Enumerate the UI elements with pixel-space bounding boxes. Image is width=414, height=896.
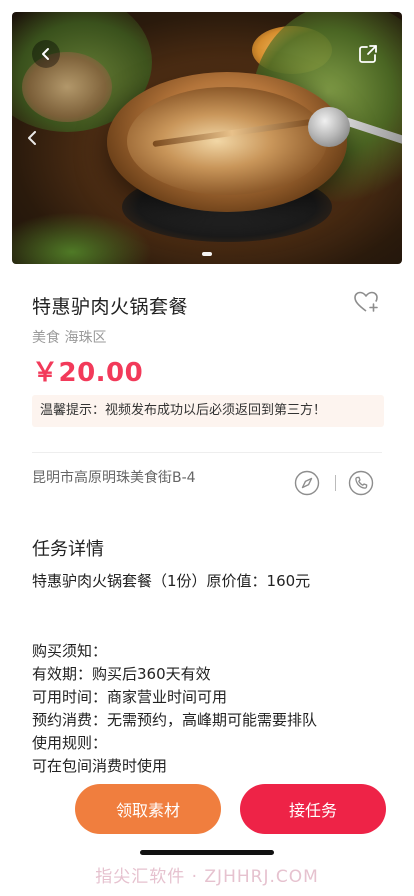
rule-line: 使用规则： — [32, 734, 108, 752]
call-button[interactable] — [348, 470, 374, 496]
share-button[interactable] — [354, 40, 382, 68]
compass-icon — [294, 470, 320, 496]
photo-ladle — [308, 107, 350, 147]
pager-dot[interactable] — [202, 252, 212, 256]
rule-line: 可用时间：商家营业时间可用 — [32, 688, 228, 706]
heart-plus-icon — [354, 291, 378, 312]
favorite-button[interactable] — [352, 288, 380, 316]
accept-task-button[interactable]: 接任务 — [240, 784, 386, 834]
package-description: 特惠驴肉火锅套餐（1份）原价值：160元 — [32, 572, 311, 590]
prev-image-button[interactable] — [26, 130, 38, 151]
product-price: ￥20.00 — [32, 358, 144, 388]
chevron-left-icon — [42, 48, 49, 60]
rule-line: 预约消费：无需预约，高峰期可能需要排队 — [32, 711, 318, 729]
product-category: 美食 海珠区 — [32, 330, 107, 346]
chevron-left-icon — [28, 131, 36, 145]
store-address: 昆明市高原明珠美食街B-4 — [32, 470, 196, 486]
hero-image[interactable] — [12, 12, 402, 264]
image-pager — [12, 252, 402, 256]
phone-icon — [348, 470, 374, 496]
icon-separator — [335, 475, 336, 491]
purchase-rules: 购买须知： 有效期：购买后360天有效 可用时间：商家营业时间可用 预约消费：无… — [32, 640, 317, 778]
product-title: 特惠驴肉火锅套餐 — [32, 296, 189, 318]
back-button[interactable] — [32, 40, 60, 68]
section-title-task-details: 任务详情 — [32, 539, 104, 560]
rule-line: 可在包间消费时使用 — [32, 757, 168, 775]
get-materials-button[interactable]: 领取素材 — [75, 784, 221, 834]
rule-line: 有效期：购买后360天有效 — [32, 665, 211, 683]
page: 特惠驴肉火锅套餐 美食 海珠区 ￥20.00 温馨提示：视频发布成功以后必须返回… — [0, 0, 414, 896]
share-icon — [359, 45, 377, 63]
divider — [32, 452, 382, 453]
navigate-button[interactable] — [294, 470, 320, 496]
watermark-text: 指尖汇软件 · ZJHHRJ.COM — [95, 867, 319, 887]
rule-line: 购买须知： — [32, 642, 108, 660]
notice-banner: 温馨提示：视频发布成功以后必须返回到第三方！ — [32, 395, 384, 427]
home-indicator — [140, 850, 274, 855]
